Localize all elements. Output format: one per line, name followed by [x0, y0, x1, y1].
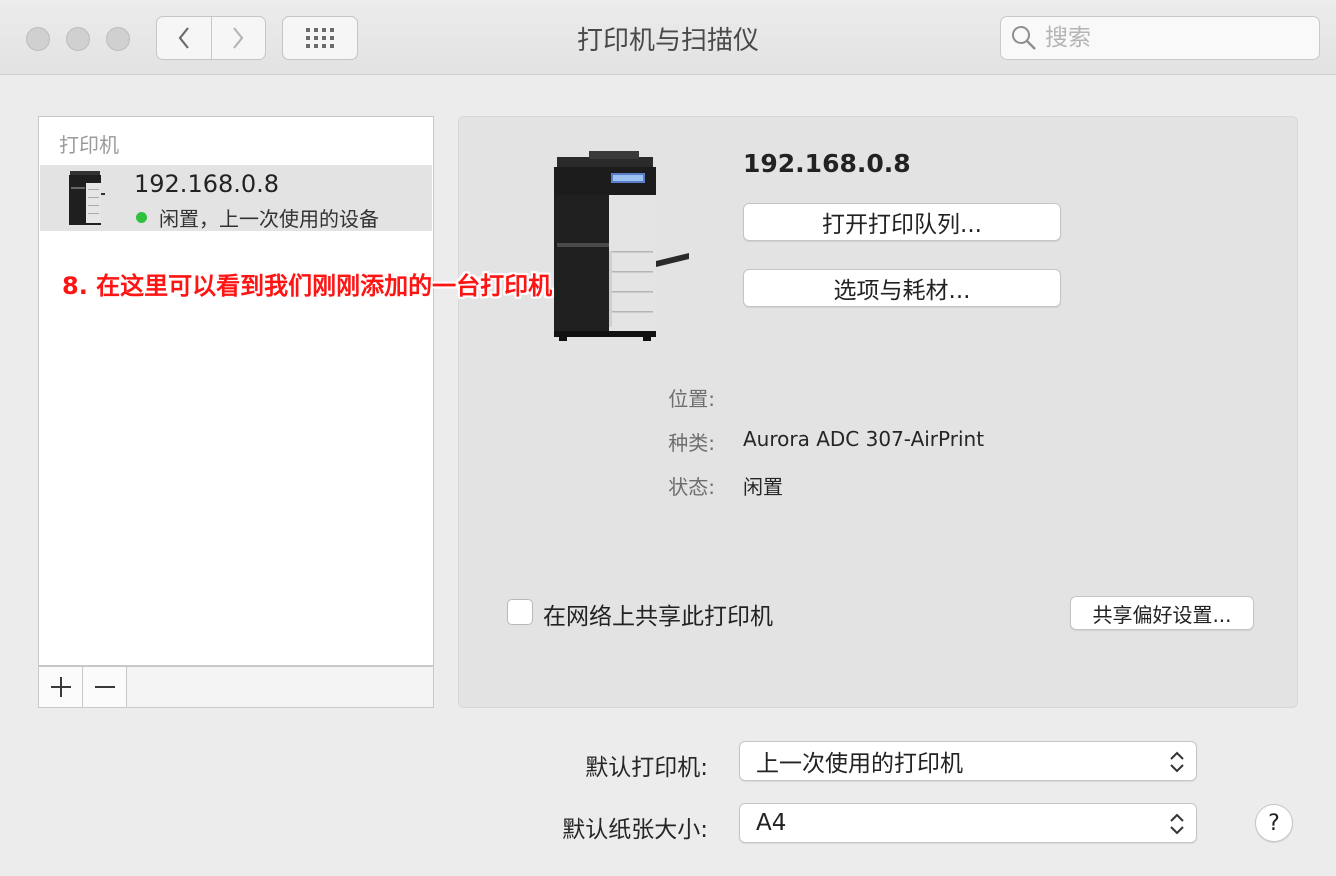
default-paper-size-value: A4: [756, 810, 787, 836]
printer-list-item-status-text: 闲置，上一次使用的设备: [159, 207, 379, 231]
printer-list-header: 打印机: [59, 133, 119, 157]
status-label: 状态:: [668, 475, 715, 499]
help-button[interactable]: ?: [1255, 804, 1293, 842]
grid-icon: [306, 28, 334, 48]
search-input[interactable]: [1043, 24, 1307, 52]
minus-icon: [94, 686, 115, 688]
default-paper-size-select[interactable]: A4: [739, 803, 1197, 843]
printer-list-item-status: 闲置，上一次使用的设备: [136, 203, 379, 232]
search-icon: [1012, 26, 1036, 50]
forward-button[interactable]: [210, 17, 266, 59]
minimize-window-button[interactable]: [66, 27, 90, 51]
updown-chevron-icon: [1170, 813, 1184, 835]
navigation-buttons: [156, 16, 266, 60]
zoom-window-button[interactable]: [106, 27, 130, 51]
printer-list: 打印机 192.168.0.8 闲置，上一次使用的设备: [38, 116, 434, 666]
printer-detail-panel: 192.168.0.8 打开打印队列... 选项与耗材... 位置: 种类: A…: [458, 116, 1298, 708]
printer-thumbnail-icon: [69, 171, 105, 225]
back-button[interactable]: [157, 17, 211, 59]
default-printer-select[interactable]: 上一次使用的打印机: [739, 741, 1197, 781]
default-printer-value: 上一次使用的打印机: [756, 751, 963, 777]
search-field[interactable]: [1000, 16, 1320, 60]
default-paper-size-label: 默认纸张大小:: [562, 817, 708, 843]
location-label: 位置:: [668, 387, 715, 411]
kind-label: 种类:: [668, 431, 715, 455]
annotation-label: 8. 在这里可以看到我们刚刚添加的一台打印机: [62, 272, 553, 300]
close-window-button[interactable]: [26, 27, 50, 51]
remove-printer-button[interactable]: [83, 667, 127, 707]
chevron-left-icon: [178, 27, 189, 49]
status-value: 闲置: [743, 475, 783, 499]
plus-icon: [50, 677, 71, 697]
kind-value: Aurora ADC 307-AirPrint: [743, 427, 985, 451]
status-dot-icon: [136, 212, 147, 223]
default-printer-label: 默认打印机:: [585, 755, 708, 781]
add-printer-button[interactable]: [39, 667, 83, 707]
printer-image-icon: [554, 151, 689, 341]
printer-list-item-name: 192.168.0.8: [134, 170, 280, 198]
title-bar: 打印机与扫描仪: [0, 0, 1336, 75]
printer-name-heading: 192.168.0.8: [743, 149, 911, 178]
open-print-queue-button[interactable]: 打开打印队列...: [743, 203, 1061, 241]
share-printer-checkbox[interactable]: [507, 599, 533, 625]
sharing-preferences-button[interactable]: 共享偏好设置...: [1070, 596, 1254, 630]
updown-chevron-icon: [1170, 751, 1184, 773]
options-and-supplies-button[interactable]: 选项与耗材...: [743, 269, 1061, 307]
printer-list-item[interactable]: 192.168.0.8 闲置，上一次使用的设备: [40, 165, 432, 231]
show-all-button[interactable]: [282, 16, 358, 60]
share-printer-label[interactable]: 在网络上共享此打印机: [543, 597, 773, 631]
printer-list-toolbar: [38, 666, 434, 708]
chevron-right-icon: [233, 27, 244, 49]
